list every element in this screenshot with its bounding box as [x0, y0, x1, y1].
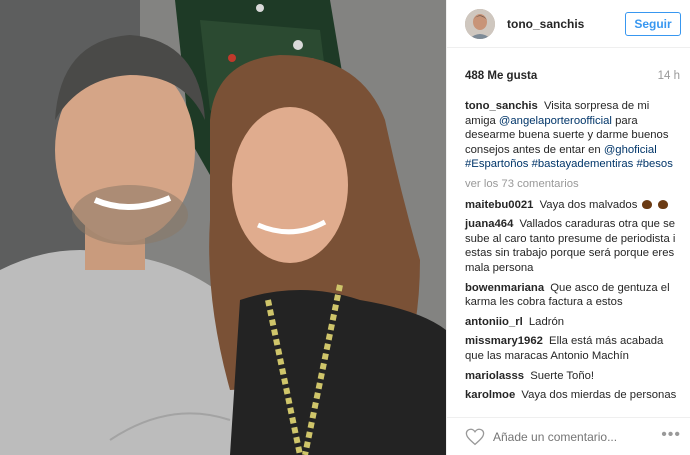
likes-row: 488 Me gusta 14 h	[465, 70, 680, 82]
poop-emoji-icon	[657, 199, 668, 209]
comment-user[interactable]: antoniio_rl	[465, 316, 523, 328]
avatar-image	[465, 8, 495, 39]
comment-text: Vaya dos malvados	[539, 198, 638, 211]
ellipsis-icon[interactable]: •••	[661, 426, 681, 444]
caption-user[interactable]: tono_sanchis	[465, 100, 538, 112]
post-sidebar: tono_sanchis Seguir 488 Me gusta 14 h to…	[446, 0, 690, 455]
caption-hashtags[interactable]: #Espartoños #bastayadementiras #besos	[465, 158, 673, 170]
comment-user[interactable]: maitebu0021	[465, 199, 533, 211]
caption-mention-2[interactable]: @ghoficial	[604, 144, 657, 156]
poop-emoji-icon	[642, 199, 653, 209]
comment-user[interactable]: mariolasss	[465, 370, 524, 382]
post-header: tono_sanchis Seguir	[447, 0, 690, 48]
comment-user[interactable]: karolmoe	[465, 389, 515, 401]
comment-text: Ladrón	[528, 315, 565, 328]
likes-count[interactable]: 488 Me gusta	[465, 70, 537, 82]
caption-mention-1[interactable]: @angelaporteroofficial	[499, 115, 612, 127]
comment-text: Suerte Toño!	[530, 369, 595, 382]
list-item: karolmoe Vaya dos mierdas de personas	[465, 388, 682, 403]
comment-user[interactable]: bowenmariana	[465, 282, 544, 294]
avatar[interactable]	[465, 8, 495, 39]
list-item: mariolasss Suerte Toño!	[465, 369, 682, 384]
post-photo[interactable]	[0, 0, 446, 455]
add-comment-input[interactable]	[493, 429, 643, 444]
comment-text: Vaya dos mierdas de personas	[521, 389, 677, 402]
caption: tono_sanchis Visita sorpresa de mi amiga…	[465, 99, 682, 172]
post-time: 14 h	[657, 70, 680, 82]
list-item: maitebu0021 Vaya dos malvados	[465, 198, 682, 213]
comment-user[interactable]: juana464	[465, 218, 513, 230]
post-photo-illustration	[0, 0, 446, 455]
list-item: missmary1962 Ella está más acabada que l…	[465, 334, 682, 363]
list-item: antoniio_rl Ladrón	[465, 315, 682, 330]
comments-list: tono_sanchis Visita sorpresa de mi amiga…	[465, 99, 682, 408]
view-more-comments-link[interactable]: ver los 73 comentarios	[465, 177, 682, 192]
post-username[interactable]: tono_sanchis	[507, 17, 584, 31]
comment-footer: •••	[447, 417, 690, 455]
list-item: bowenmariana Que asco de gentuza el karm…	[465, 281, 682, 310]
list-item: juana464 Vallados caraduras otra que se …	[465, 217, 682, 275]
heart-icon[interactable]	[465, 428, 485, 446]
comment-user[interactable]: missmary1962	[465, 335, 543, 347]
follow-button[interactable]: Seguir	[625, 12, 681, 36]
